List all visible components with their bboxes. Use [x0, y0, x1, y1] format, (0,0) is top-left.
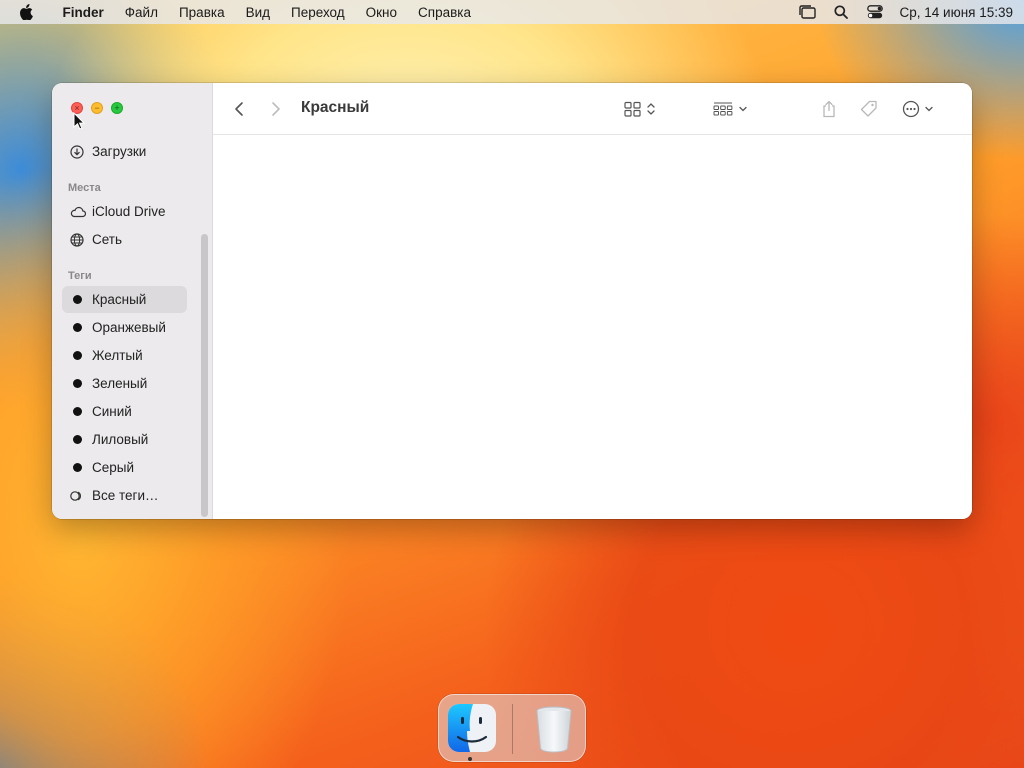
menu-help[interactable]: Справка [408, 5, 482, 20]
chevron-right-icon [272, 102, 280, 116]
sidebar-item-all-tags[interactable]: Все теги… [62, 482, 187, 509]
file-list-area[interactable] [213, 135, 972, 519]
menu-view[interactable]: Вид [235, 5, 280, 20]
menu-clock[interactable]: Ср, 14 июня 15:39 [892, 5, 1024, 20]
spotlight-button[interactable] [824, 5, 858, 19]
mouse-cursor-icon [73, 112, 85, 130]
window-title: Красный [301, 99, 370, 116]
globe-icon [70, 232, 92, 247]
chevron-left-icon [235, 102, 243, 116]
sidebar-item-network[interactable]: Сеть [62, 226, 187, 253]
back-button[interactable] [233, 97, 245, 121]
sidebar-item-label: Серый [92, 460, 135, 475]
tag-dot-icon [73, 351, 82, 360]
sidebar-item-label: Красный [92, 292, 147, 307]
sidebar-item-label: Загрузки [92, 144, 147, 159]
sidebar-item-label: Сеть [92, 232, 123, 247]
sidebar-item-label: Синий [92, 404, 132, 419]
zoom-button[interactable]: + [111, 102, 123, 114]
sidebar-item-downloads[interactable]: Загрузки [62, 138, 187, 165]
control-center-button[interactable] [858, 5, 892, 19]
sidebar-item-tag-purple[interactable]: Лиловый [62, 426, 187, 453]
sidebar-item-tag-blue[interactable]: Синий [62, 398, 187, 425]
sidebar-item-label: Желтый [92, 348, 143, 363]
sidebar-item-label: Все теги… [92, 488, 159, 503]
sidebar-section-tags: Теги [68, 270, 92, 282]
share-icon [823, 100, 835, 118]
trash-icon [536, 706, 572, 753]
stage-manager-button[interactable] [790, 5, 824, 19]
finder-icon [448, 704, 496, 752]
sidebar-section-places: Места [68, 182, 101, 194]
sidebar-item-tag-gray[interactable]: Серый [62, 454, 187, 481]
sidebar-item-tag-yellow[interactable]: Желтый [62, 342, 187, 369]
zoom-icon: + [114, 102, 120, 113]
menu-file[interactable]: Файл [114, 5, 168, 20]
tag-dot-icon [73, 323, 82, 332]
apple-icon [20, 4, 33, 20]
search-icon [833, 5, 848, 19]
ellipsis-circle-icon [902, 100, 920, 118]
sidebar: × − + Загрузки Места iCloud Drive Сеть Т… [52, 83, 213, 519]
dock-separator [512, 704, 513, 754]
group-icon [713, 102, 733, 116]
tag-dot-icon [73, 407, 82, 416]
minimize-button[interactable]: − [91, 102, 103, 114]
share-button[interactable] [821, 97, 837, 121]
downloads-icon [70, 144, 92, 159]
sidebar-item-label: Лиловый [92, 432, 149, 447]
chevron-updown-icon [647, 103, 655, 115]
minimize-icon: − [94, 102, 100, 113]
chevron-down-icon [739, 106, 747, 112]
toolbar: Красный [213, 83, 972, 135]
view-mode-button[interactable] [624, 97, 656, 121]
action-button[interactable] [902, 97, 934, 121]
menu-window[interactable]: Окно [355, 5, 407, 20]
tag-dot-icon [73, 463, 82, 472]
forward-button[interactable] [270, 97, 282, 121]
sidebar-item-icloud-drive[interactable]: iCloud Drive [62, 198, 187, 225]
dock-item-finder[interactable] [446, 702, 498, 754]
stage-manager-icon [798, 5, 816, 19]
sidebar-scrollbar[interactable] [201, 234, 208, 517]
menu-go[interactable]: Переход [281, 5, 356, 20]
running-indicator [468, 757, 472, 761]
sidebar-item-tag-green[interactable]: Зеленый [62, 370, 187, 397]
tag-dot-icon [73, 295, 82, 304]
group-button[interactable] [713, 97, 748, 121]
tag-button[interactable] [860, 97, 878, 121]
sidebar-item-tag-orange[interactable]: Оранжевый [62, 314, 187, 341]
apple-menu[interactable] [0, 4, 52, 20]
finder-window: × − + Загрузки Места iCloud Drive Сеть Т… [52, 83, 972, 519]
chevron-down-icon [925, 106, 933, 112]
sidebar-item-label: Оранжевый [92, 320, 166, 335]
cloud-icon [70, 206, 92, 218]
sidebar-item-tag-red[interactable]: Красный [62, 286, 187, 313]
menu-app-name[interactable]: Finder [52, 5, 114, 20]
dock-item-trash[interactable] [528, 702, 580, 754]
menu-edit[interactable]: Правка [168, 5, 235, 20]
control-center-icon [866, 5, 883, 19]
all-tags-icon [70, 490, 92, 502]
tag-icon [860, 100, 877, 117]
menu-bar: Finder Файл Правка Вид Переход Окно Спра… [0, 0, 1024, 24]
tag-dot-icon [73, 435, 82, 444]
grid-view-icon [624, 101, 641, 117]
tag-dot-icon [73, 379, 82, 388]
dock [438, 694, 586, 762]
sidebar-item-label: iCloud Drive [92, 204, 166, 219]
sidebar-item-label: Зеленый [92, 376, 148, 391]
